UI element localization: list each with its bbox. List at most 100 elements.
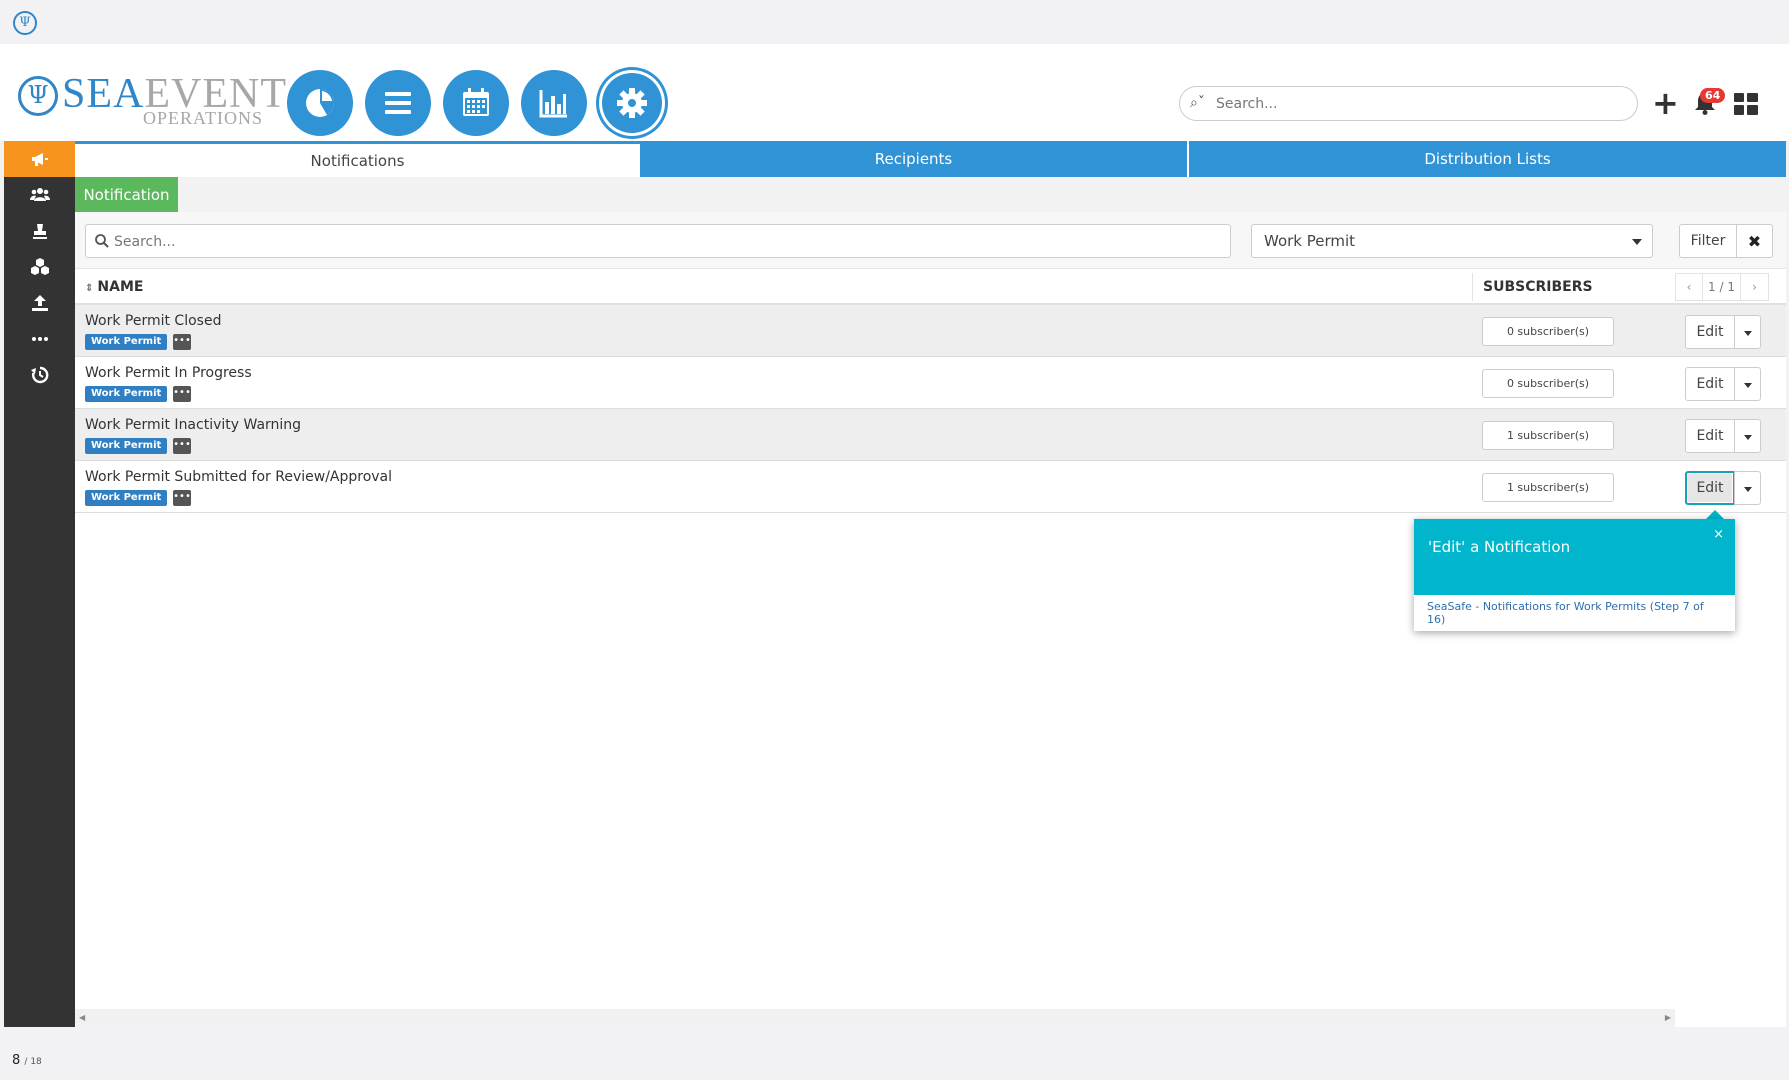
more-tags-button[interactable]: •••	[173, 490, 191, 506]
list-search[interactable]	[85, 224, 1231, 258]
cubes-icon	[30, 258, 49, 275]
sidebar-item-stamp[interactable]	[4, 213, 75, 249]
filter-button[interactable]: Filter	[1679, 224, 1737, 258]
notification-name[interactable]: Work Permit Submitted for Review/Approva…	[85, 469, 392, 485]
action-bar: Notification	[75, 177, 1786, 212]
sidebar-item-history[interactable]	[4, 357, 75, 393]
upload-icon	[31, 295, 48, 311]
list-icon	[385, 92, 411, 114]
nav-reports-button[interactable]	[521, 70, 587, 136]
brand-name-part1: SEA	[62, 71, 145, 117]
page-indicator: 1 / 1	[1703, 273, 1741, 301]
sidebar-item-cubes[interactable]	[4, 249, 75, 285]
sidebar	[4, 141, 75, 1027]
sort-icon: ⇕	[85, 283, 94, 294]
prev-page-button[interactable]: ‹	[1675, 273, 1703, 301]
bar-chart-icon	[539, 90, 567, 118]
subscribers-button[interactable]: 1 subscriber(s)	[1482, 421, 1614, 450]
app-logo-icon[interactable]: Ψ	[13, 11, 37, 35]
table-row: Work Permit In Progress Work Permit ••• …	[75, 357, 1786, 409]
notification-name[interactable]: Work Permit Closed	[85, 313, 221, 329]
pie-chart-icon	[306, 89, 334, 117]
edit-dropdown-toggle[interactable]	[1734, 419, 1761, 453]
sidebar-item-users[interactable]	[4, 177, 75, 213]
stamp-icon	[32, 224, 47, 239]
users-icon	[29, 188, 50, 201]
type-filter-select[interactable]: Work Permit	[1251, 224, 1653, 258]
type-filter-value: Work Permit	[1264, 232, 1356, 250]
brand-logo[interactable]: Ψ SEAEVENT OPERATIONS	[18, 71, 286, 128]
more-tags-button[interactable]: •••	[173, 334, 191, 350]
nav-dashboard-button[interactable]	[287, 70, 353, 136]
notification-count-badge: 64	[1700, 88, 1726, 103]
notification-name[interactable]: Work Permit Inactivity Warning	[85, 417, 301, 433]
more-tags-button[interactable]: •••	[173, 438, 191, 454]
more-tags-button[interactable]: •••	[173, 386, 191, 402]
sidebar-item-notifications[interactable]	[4, 141, 75, 177]
app-header: Ψ SEAEVENT OPERATIONS ⌕ˇ + 64	[0, 44, 1789, 141]
edit-dropdown-toggle[interactable]	[1734, 367, 1761, 401]
nav-list-button[interactable]	[365, 70, 431, 136]
add-icon[interactable]: +	[1652, 86, 1679, 120]
global-search[interactable]: ⌕ˇ	[1179, 86, 1638, 121]
category-tag: Work Permit	[85, 490, 168, 506]
edit-button[interactable]: Edit	[1685, 367, 1735, 401]
tour-popover: 'Edit' a Notification × SeaSafe - Notifi…	[1414, 519, 1735, 631]
new-notification-button[interactable]: Notification	[75, 177, 178, 212]
edit-dropdown-toggle[interactable]	[1734, 315, 1761, 349]
nav-settings-button[interactable]	[599, 70, 665, 136]
category-tag: Work Permit	[85, 334, 168, 350]
list-search-input[interactable]	[114, 231, 1214, 253]
popover-arrow	[1706, 510, 1724, 519]
megaphone-icon	[31, 153, 48, 166]
step-counter: 8 / 18	[12, 1053, 42, 1068]
trident-icon: Ψ	[18, 76, 58, 116]
subscribers-button[interactable]: 1 subscriber(s)	[1482, 473, 1614, 502]
subscribers-button[interactable]: 0 subscriber(s)	[1482, 317, 1614, 346]
edit-button[interactable]: Edit	[1685, 315, 1735, 349]
column-subscribers-header: SUBSCRIBERS	[1483, 279, 1593, 295]
tour-step-link[interactable]: SeaSafe - Notifications for Work Permits…	[1427, 600, 1723, 626]
history-icon	[30, 366, 48, 384]
table-row: Work Permit Submitted for Review/Approva…	[75, 461, 1786, 513]
step-current: 8	[12, 1053, 21, 1068]
notification-name[interactable]: Work Permit In Progress	[85, 365, 252, 381]
sidebar-item-upload[interactable]	[4, 285, 75, 321]
pagination: ‹ 1 / 1 ›	[1675, 273, 1769, 301]
scroll-left-icon[interactable]: ◀	[79, 1013, 85, 1022]
edit-button[interactable]: Edit	[1685, 419, 1735, 453]
next-page-button[interactable]: ›	[1741, 273, 1769, 301]
tab-bar: Notifications Recipients Distribution Li…	[75, 141, 1786, 177]
tab-distribution-lists[interactable]: Distribution Lists	[1189, 141, 1786, 177]
close-icon[interactable]: ×	[1713, 527, 1724, 542]
table-header: ⇕ NAME SUBSCRIBERS ‹ 1 / 1 ›	[75, 269, 1786, 305]
filter-bar: Work Permit Filter ✖	[75, 212, 1786, 269]
search-icon: ⌕ˇ	[1190, 95, 1205, 111]
subscribers-button[interactable]: 0 subscriber(s)	[1482, 369, 1614, 398]
global-search-input[interactable]	[1216, 93, 1616, 115]
gear-icon	[617, 88, 647, 118]
tab-notifications[interactable]: Notifications	[75, 141, 640, 177]
scroll-right-icon[interactable]: ▶	[1665, 1013, 1671, 1022]
edit-dropdown-toggle[interactable]	[1734, 471, 1761, 505]
edit-button-highlighted[interactable]: Edit	[1685, 471, 1735, 505]
search-icon	[95, 234, 109, 248]
nav-calendar-button[interactable]	[443, 70, 509, 136]
category-tag: Work Permit	[85, 438, 168, 454]
column-name-header[interactable]: ⇕ NAME	[85, 279, 143, 295]
table-row: Work Permit Inactivity Warning Work Perm…	[75, 409, 1786, 461]
footer: 8 / 18	[0, 1045, 1789, 1080]
caret-down-icon	[1632, 239, 1642, 245]
top-strip: Ψ	[0, 0, 1789, 44]
horizontal-scrollbar[interactable]: ◀ ▶	[75, 1009, 1675, 1027]
popover-title: 'Edit' a Notification	[1428, 538, 1571, 556]
table-row: Work Permit Closed Work Permit ••• 0 sub…	[75, 305, 1786, 357]
clear-filter-button[interactable]: ✖	[1736, 224, 1773, 258]
column-divider	[1472, 273, 1473, 301]
apps-grid-icon[interactable]	[1734, 93, 1758, 115]
calendar-icon	[463, 88, 489, 116]
sidebar-item-more[interactable]	[4, 321, 75, 357]
tab-recipients[interactable]: Recipients	[640, 141, 1187, 177]
column-name-label: NAME	[97, 279, 144, 295]
step-total: / 18	[24, 1057, 42, 1067]
